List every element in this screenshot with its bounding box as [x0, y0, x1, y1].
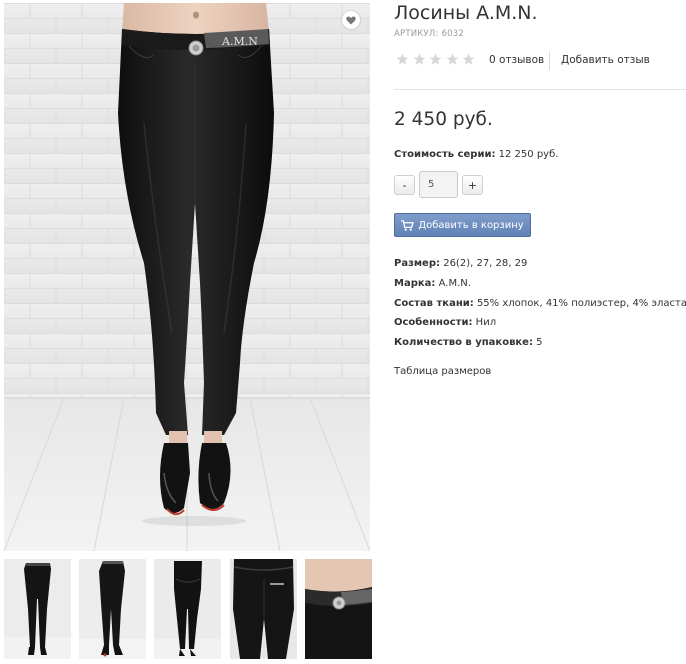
attribute-label: Количество в упаковке:: [394, 337, 533, 348]
attribute-brand: Марка: A.M.N.: [394, 278, 471, 289]
sku: АРТИКУЛ: 6032: [394, 29, 464, 39]
star-icon: [429, 53, 442, 65]
divider: [549, 51, 550, 70]
star-icon: [396, 53, 409, 65]
add-review-link[interactable]: Добавить отзыв: [561, 54, 650, 66]
attribute-label: Марка:: [394, 278, 436, 289]
attribute-pack-quantity: Количество в упаковке: 5: [394, 337, 543, 348]
thumbnail-front[interactable]: [4, 559, 71, 659]
add-to-cart-button[interactable]: Добавить в корзину: [394, 213, 531, 237]
series-label: Стоимость серии:: [394, 149, 496, 160]
thumbnail-back-closeup[interactable]: [230, 559, 297, 659]
reviews-count-link[interactable]: 0 отзывов: [489, 54, 544, 66]
cart-icon: [401, 219, 415, 231]
series-price: Стоимость серии: 12 250 руб.: [394, 149, 558, 160]
attribute-label: Состав ткани:: [394, 298, 474, 309]
heart-icon: [346, 15, 356, 24]
wishlist-button[interactable]: [342, 11, 360, 29]
rating-stars[interactable]: [396, 53, 475, 66]
attribute-value: 5: [536, 337, 543, 348]
divider: [394, 89, 686, 90]
quantity-minus-button[interactable]: -: [394, 175, 415, 195]
attribute-value: 55% хлопок, 41% полиэстер, 4% эластан: [476, 298, 686, 309]
star-icon: [462, 53, 475, 65]
attribute-features: Особенности: Нил: [394, 317, 496, 328]
attribute-label: Размер:: [394, 258, 441, 269]
thumbnail-belt-closeup[interactable]: [305, 559, 372, 659]
size-table-link[interactable]: Таблица размеров: [394, 366, 491, 377]
star-icon: [446, 53, 458, 65]
main-product-image[interactable]: A.M.N: [4, 3, 370, 551]
thumbnail-back[interactable]: [154, 559, 221, 659]
thumbnail-side[interactable]: [79, 559, 146, 659]
sku-value: 6032: [441, 29, 464, 39]
attribute-size: Размер: 26(2), 27, 28, 29: [394, 258, 527, 269]
add-to-cart-label: Добавить в корзину: [418, 219, 524, 231]
attribute-label: Особенности:: [394, 317, 473, 328]
attribute-value: Нил: [475, 317, 497, 328]
sku-label: АРТИКУЛ:: [394, 29, 439, 39]
series-value: 12 250 руб.: [498, 149, 559, 160]
star-icon: [413, 53, 425, 65]
thumbnail-strip: [4, 559, 376, 659]
product-title: Лосины A.M.N.: [394, 2, 538, 24]
attribute-value: A.M.N.: [438, 278, 471, 289]
rating-row: 0 отзывов Добавить отзыв: [394, 51, 686, 71]
belt-text: A.M.N: [221, 35, 258, 48]
quantity-input[interactable]: [419, 171, 458, 198]
product-price: 2 450 руб.: [394, 109, 493, 130]
attribute-value: 26(2), 27, 28, 29: [443, 258, 528, 269]
attribute-fabric: Состав ткани: 55% хлопок, 41% полиэстер,…: [394, 298, 686, 309]
quantity-plus-button[interactable]: +: [462, 175, 483, 195]
